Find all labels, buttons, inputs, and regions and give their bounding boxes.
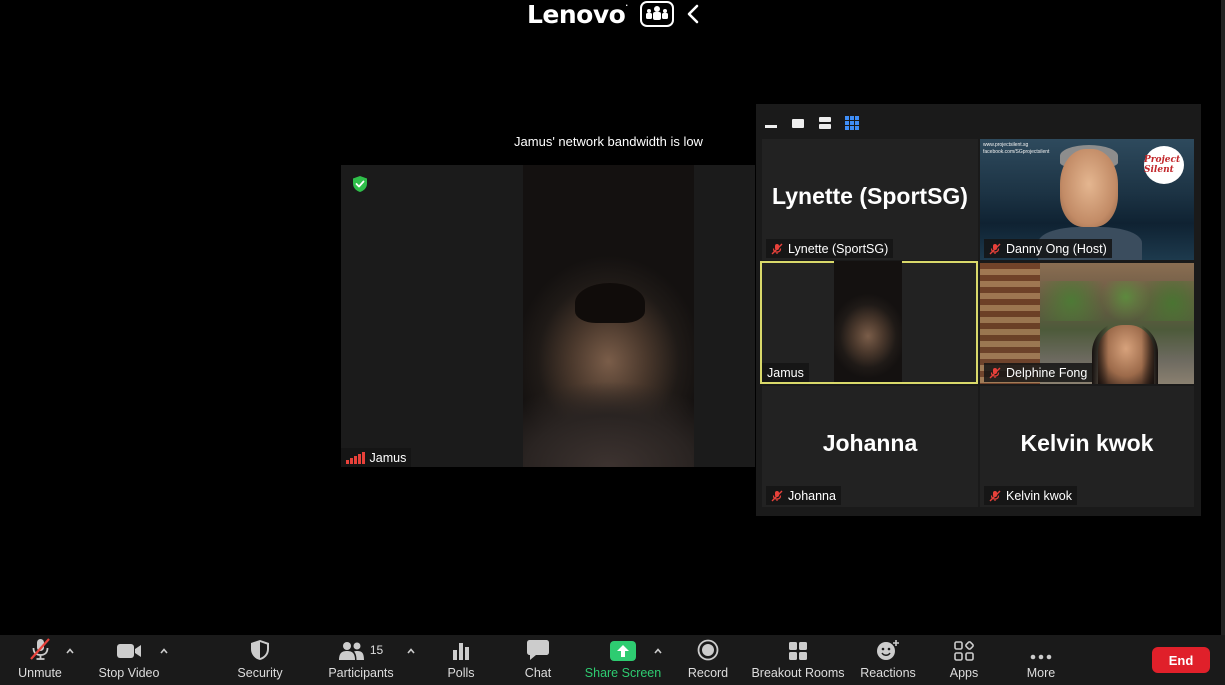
share-options-caret-icon[interactable] <box>652 645 664 657</box>
apps-label: Apps <box>949 666 979 680</box>
window-edge <box>1221 0 1225 635</box>
more-button[interactable]: More <box>1020 635 1062 685</box>
muted-mic-icon <box>20 635 60 663</box>
video-options-caret-icon[interactable] <box>158 645 170 657</box>
gallery-view-tools <box>762 110 861 136</box>
breakout-rooms-icon <box>778 635 818 663</box>
lenovo-brand-text: Lenovo <box>527 0 626 29</box>
share-banner: Lenovo. <box>527 0 700 29</box>
muted-mic-icon <box>989 367 1001 378</box>
reactions-label: Reactions <box>860 666 916 680</box>
audio-options-caret-icon[interactable] <box>64 645 76 657</box>
more-dots-icon <box>1021 635 1061 663</box>
share-screen-label: Share Screen <box>584 666 662 680</box>
reactions-button[interactable]: Reactions <box>860 635 916 685</box>
polls-label: Polls <box>447 666 475 680</box>
muted-mic-icon <box>771 490 783 501</box>
polls-button[interactable]: Polls <box>438 635 484 685</box>
stop-video-button[interactable]: Stop Video <box>96 635 162 685</box>
stop-video-label: Stop Video <box>98 666 160 680</box>
end-meeting-button[interactable]: End <box>1152 647 1210 673</box>
unmute-label: Unmute <box>18 666 62 680</box>
record-icon <box>688 635 728 663</box>
apps-button[interactable]: Apps <box>944 635 984 685</box>
participant-name-tag: Kelvin kwok <box>984 486 1077 505</box>
speaker-name: Jamus <box>369 450 407 465</box>
participant-name: Johanna <box>788 488 836 503</box>
speaker-view-icon[interactable] <box>789 114 807 132</box>
chat-button[interactable]: Chat <box>516 635 560 685</box>
muted-mic-icon <box>771 243 783 254</box>
breakout-rooms-label: Breakout Rooms <box>751 666 845 680</box>
participant-tile[interactable]: Lynette (SportSG) Lynette (SportSG) <box>762 139 978 260</box>
shield-icon <box>240 635 280 663</box>
participants-count: 15 <box>369 643 384 657</box>
participant-name-tag: Johanna <box>766 486 841 505</box>
participant-tile[interactable]: Delphine Fong <box>980 263 1194 384</box>
participant-name-tag: Lynette (SportSG) <box>766 239 894 258</box>
share-screen-people-icon[interactable] <box>639 1 674 27</box>
participant-name: Delphine Fong <box>1006 365 1088 380</box>
shield-check-icon <box>350 174 370 194</box>
participant-name: Kelvin kwok <box>1006 488 1072 503</box>
participant-tile[interactable]: www.projectsilent.sg facebook.com/SGproj… <box>980 139 1194 260</box>
participant-name-tag: Delphine Fong <box>984 363 1093 382</box>
participant-name: Lynette (SportSG) <box>788 241 889 256</box>
danny-caption-line: facebook.com/SGprojectsilent <box>983 149 1050 155</box>
participant-tile[interactable]: Johanna Johanna <box>762 386 978 507</box>
more-label: More <box>1026 666 1056 680</box>
participant-name: Danny Ong (Host) <box>1006 241 1107 256</box>
participant-big-name: Lynette (SportSG) <box>772 183 968 209</box>
participant-big-name: Johanna <box>822 430 918 456</box>
gallery-view-icon[interactable] <box>843 114 861 132</box>
participant-tile-active-speaker[interactable]: Jamus <box>760 261 978 384</box>
apps-icon <box>944 635 984 663</box>
danny-caption-line: www.projectsilent.sg <box>983 142 1029 148</box>
participant-name: Jamus <box>767 365 804 380</box>
gallery-panel: Lynette (SportSG) Lynette (SportSG) www.… <box>756 104 1201 516</box>
speaker-name-tag: Jamus <box>341 448 412 467</box>
participant-tile[interactable]: Kelvin kwok Kelvin kwok <box>980 386 1194 507</box>
record-label: Record <box>687 666 729 680</box>
muted-mic-icon <box>989 490 1001 501</box>
meeting-toolbar: Unmute Stop Video Security 15 Participan… <box>0 635 1225 685</box>
share-screen-button[interactable]: Share Screen <box>584 635 662 685</box>
breakout-rooms-button[interactable]: Breakout Rooms <box>751 635 845 685</box>
project-silent-logo-text: Project Silent <box>1144 155 1181 175</box>
security-label: Security <box>237 666 283 680</box>
participants-icon: 15 <box>331 635 391 663</box>
participant-big-name: Kelvin kwok <box>1020 430 1154 456</box>
unmute-button[interactable]: Unmute <box>12 635 68 685</box>
chat-icon <box>518 635 558 663</box>
lenovo-brand-mark: . <box>625 0 628 8</box>
participant-name-tag: Danny Ong (Host) <box>984 239 1112 258</box>
lenovo-logo: Lenovo. <box>527 0 628 29</box>
participant-video-feed <box>834 261 902 382</box>
video-camera-icon <box>109 635 149 663</box>
participants-options-caret-icon[interactable] <box>405 645 417 657</box>
speaker-video-feed <box>523 165 694 467</box>
reactions-icon <box>868 635 908 663</box>
project-silent-logo: Project Silent <box>1144 146 1184 184</box>
participants-button[interactable]: 15 Participants <box>326 635 396 685</box>
danny-video-caption: www.projectsilent.sg facebook.com/SGproj… <box>983 142 1049 156</box>
strip-view-icon[interactable] <box>816 114 834 132</box>
security-button[interactable]: Security <box>232 635 288 685</box>
minimize-view-icon[interactable] <box>762 114 780 132</box>
chevron-left-icon[interactable] <box>686 1 700 27</box>
record-button[interactable]: Record <box>684 635 732 685</box>
polls-icon <box>441 635 481 663</box>
chat-label: Chat <box>524 666 552 680</box>
signal-bars-icon <box>346 451 365 464</box>
share-arrow-icon <box>603 635 643 663</box>
muted-mic-icon <box>989 243 1001 254</box>
participants-label: Participants <box>328 666 394 680</box>
active-speaker-video[interactable]: Jamus <box>341 165 755 467</box>
participant-name-tag: Jamus <box>762 363 809 382</box>
